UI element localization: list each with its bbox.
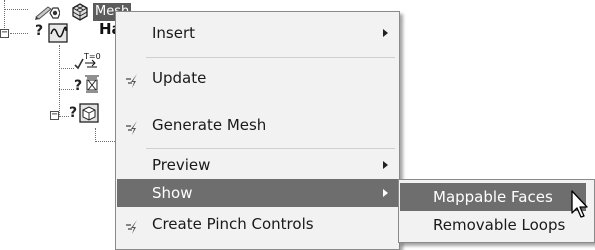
tree-connector [59,116,69,117]
menu-item-label: Update [152,69,207,87]
unknown-status-marker: ? [35,23,44,39]
tree-connector [95,141,115,142]
tree-connector [59,45,60,117]
menu-item-show[interactable]: Show [117,179,398,207]
menu-item-insert[interactable]: Insert [117,19,398,47]
menu-separator [146,148,395,149]
menu-item-label: Generate Mesh [152,116,267,134]
submenu-arrow-icon [383,189,388,197]
unknown-status-marker: ? [74,78,83,94]
mesh-pencil-icon [34,4,61,24]
generate-mesh-lightning-icon [125,117,141,135]
menu-item-label: Preview [152,156,211,174]
menu-item-preview[interactable]: Preview [117,151,398,179]
submenu-arrow-icon [383,161,388,169]
unknown-status-marker: ? [69,105,78,121]
menu-separator [146,57,395,58]
submenu-item-label: Mappable Faces [433,188,553,206]
menu-item-update[interactable]: Update [117,64,398,92]
tree-connector [59,89,74,90]
context-menu: Insert Update Generate Mesh Preview Show [115,11,400,250]
boundary-condition-icon [83,74,101,98]
harmonic-analysis-icon [48,23,68,47]
update-lightning-icon [125,70,141,88]
submenu-arrow-icon [383,29,388,37]
tree-connector [4,9,28,10]
temperature-condition-icon: T=0 [83,51,101,73]
pinch-lightning-icon [125,216,141,234]
collapse-toggle[interactable]: − [50,110,59,120]
menu-item-label: Insert [152,24,196,42]
menu-item-generate-mesh[interactable]: Generate Mesh [117,111,398,139]
mesh-icon [70,3,90,25]
tree-connector [59,68,74,69]
menu-item-create-pinch-controls[interactable]: Create Pinch Controls [117,210,398,238]
show-submenu: Mappable Faces Removable Loops [398,179,595,243]
menu-item-label: Create Pinch Controls [152,215,314,233]
menu-item-label: Show [152,184,193,202]
outline-tree: Mesh − ? Harr T=0 ? − ? [0,0,136,250]
mouse-pointer-icon [571,190,591,224]
svg-text:T=0: T=0 [83,52,101,61]
tree-connector [10,33,28,34]
tree-connector [95,128,96,142]
submenu-item-removable-loops[interactable]: Removable Loops [400,211,586,239]
submenu-item-label: Removable Loops [433,216,566,234]
collapse-toggle[interactable]: − [0,28,9,38]
submenu-item-mappable-faces[interactable]: Mappable Faces [400,183,586,211]
mesh-control-icon [79,103,99,127]
